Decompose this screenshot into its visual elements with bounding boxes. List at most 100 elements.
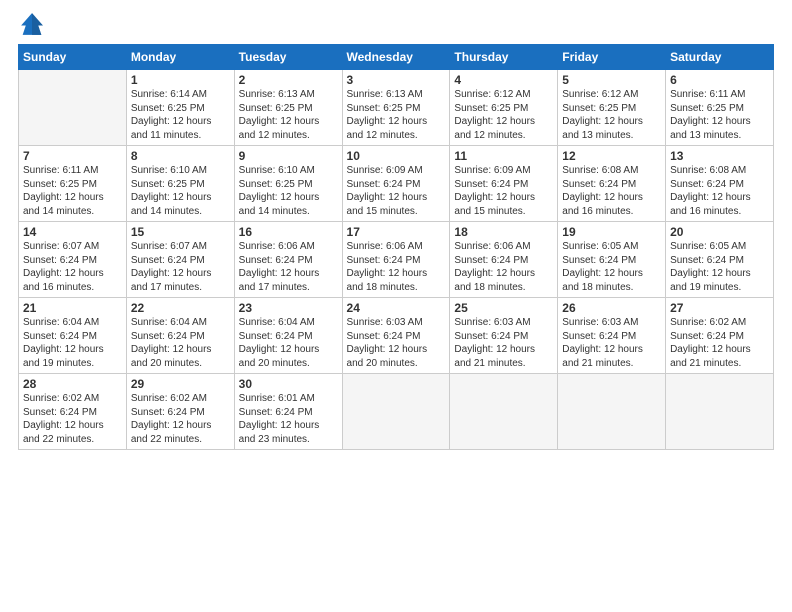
day-info: Sunrise: 6:12 AMSunset: 6:25 PMDaylight:… [454,88,553,142]
day-info: Sunrise: 6:03 AMSunset: 6:24 PMDaylight:… [454,316,553,370]
day-info: Sunrise: 6:07 AMSunset: 6:24 PMDaylight:… [23,240,122,294]
calendar-header-thursday: Thursday [450,45,558,70]
day-number: 12 [562,149,661,163]
calendar-cell: 20Sunrise: 6:05 AMSunset: 6:24 PMDayligh… [666,222,774,298]
calendar-week-row: 28Sunrise: 6:02 AMSunset: 6:24 PMDayligh… [19,374,774,450]
calendar-week-row: 1Sunrise: 6:14 AMSunset: 6:25 PMDaylight… [19,70,774,146]
calendar-header-friday: Friday [558,45,666,70]
day-number: 3 [347,73,446,87]
calendar-cell: 26Sunrise: 6:03 AMSunset: 6:24 PMDayligh… [558,298,666,374]
day-number: 21 [23,301,122,315]
calendar-header-row: SundayMondayTuesdayWednesdayThursdayFrid… [19,45,774,70]
day-info: Sunrise: 6:10 AMSunset: 6:25 PMDaylight:… [239,164,338,218]
calendar-cell: 12Sunrise: 6:08 AMSunset: 6:24 PMDayligh… [558,146,666,222]
calendar-cell: 24Sunrise: 6:03 AMSunset: 6:24 PMDayligh… [342,298,450,374]
day-info: Sunrise: 6:01 AMSunset: 6:24 PMDaylight:… [239,392,338,446]
calendar-cell [450,374,558,450]
day-info: Sunrise: 6:08 AMSunset: 6:24 PMDaylight:… [562,164,661,218]
calendar-header-sunday: Sunday [19,45,127,70]
day-number: 25 [454,301,553,315]
calendar-cell [19,70,127,146]
day-number: 20 [670,225,769,239]
calendar-header-saturday: Saturday [666,45,774,70]
header [18,10,774,38]
day-info: Sunrise: 6:04 AMSunset: 6:24 PMDaylight:… [23,316,122,370]
day-number: 14 [23,225,122,239]
day-info: Sunrise: 6:06 AMSunset: 6:24 PMDaylight:… [454,240,553,294]
day-info: Sunrise: 6:10 AMSunset: 6:25 PMDaylight:… [131,164,230,218]
day-number: 6 [670,73,769,87]
day-number: 23 [239,301,338,315]
day-number: 2 [239,73,338,87]
day-info: Sunrise: 6:13 AMSunset: 6:25 PMDaylight:… [347,88,446,142]
calendar-week-row: 21Sunrise: 6:04 AMSunset: 6:24 PMDayligh… [19,298,774,374]
day-info: Sunrise: 6:12 AMSunset: 6:25 PMDaylight:… [562,88,661,142]
day-number: 15 [131,225,230,239]
day-info: Sunrise: 6:06 AMSunset: 6:24 PMDaylight:… [239,240,338,294]
calendar-week-row: 7Sunrise: 6:11 AMSunset: 6:25 PMDaylight… [19,146,774,222]
day-number: 13 [670,149,769,163]
day-number: 19 [562,225,661,239]
day-info: Sunrise: 6:03 AMSunset: 6:24 PMDaylight:… [347,316,446,370]
calendar-header-wednesday: Wednesday [342,45,450,70]
day-info: Sunrise: 6:13 AMSunset: 6:25 PMDaylight:… [239,88,338,142]
day-number: 27 [670,301,769,315]
day-number: 4 [454,73,553,87]
day-number: 30 [239,377,338,391]
day-info: Sunrise: 6:05 AMSunset: 6:24 PMDaylight:… [670,240,769,294]
calendar-cell: 9Sunrise: 6:10 AMSunset: 6:25 PMDaylight… [234,146,342,222]
day-number: 5 [562,73,661,87]
day-info: Sunrise: 6:02 AMSunset: 6:24 PMDaylight:… [131,392,230,446]
calendar-cell: 22Sunrise: 6:04 AMSunset: 6:24 PMDayligh… [126,298,234,374]
day-info: Sunrise: 6:05 AMSunset: 6:24 PMDaylight:… [562,240,661,294]
day-number: 1 [131,73,230,87]
calendar-cell: 3Sunrise: 6:13 AMSunset: 6:25 PMDaylight… [342,70,450,146]
calendar-cell: 28Sunrise: 6:02 AMSunset: 6:24 PMDayligh… [19,374,127,450]
calendar-cell: 17Sunrise: 6:06 AMSunset: 6:24 PMDayligh… [342,222,450,298]
calendar-cell: 29Sunrise: 6:02 AMSunset: 6:24 PMDayligh… [126,374,234,450]
day-number: 28 [23,377,122,391]
calendar-header-tuesday: Tuesday [234,45,342,70]
calendar-header-monday: Monday [126,45,234,70]
calendar-cell: 6Sunrise: 6:11 AMSunset: 6:25 PMDaylight… [666,70,774,146]
day-info: Sunrise: 6:09 AMSunset: 6:24 PMDaylight:… [347,164,446,218]
day-info: Sunrise: 6:11 AMSunset: 6:25 PMDaylight:… [670,88,769,142]
calendar-cell: 14Sunrise: 6:07 AMSunset: 6:24 PMDayligh… [19,222,127,298]
calendar-cell: 23Sunrise: 6:04 AMSunset: 6:24 PMDayligh… [234,298,342,374]
day-number: 9 [239,149,338,163]
day-info: Sunrise: 6:03 AMSunset: 6:24 PMDaylight:… [562,316,661,370]
calendar-cell: 18Sunrise: 6:06 AMSunset: 6:24 PMDayligh… [450,222,558,298]
day-info: Sunrise: 6:04 AMSunset: 6:24 PMDaylight:… [239,316,338,370]
logo [18,10,50,38]
day-info: Sunrise: 6:02 AMSunset: 6:24 PMDaylight:… [670,316,769,370]
page: SundayMondayTuesdayWednesdayThursdayFrid… [0,0,792,612]
calendar-cell: 30Sunrise: 6:01 AMSunset: 6:24 PMDayligh… [234,374,342,450]
day-info: Sunrise: 6:04 AMSunset: 6:24 PMDaylight:… [131,316,230,370]
calendar-cell: 2Sunrise: 6:13 AMSunset: 6:25 PMDaylight… [234,70,342,146]
calendar-week-row: 14Sunrise: 6:07 AMSunset: 6:24 PMDayligh… [19,222,774,298]
day-number: 29 [131,377,230,391]
day-number: 24 [347,301,446,315]
calendar-cell [342,374,450,450]
calendar-cell: 13Sunrise: 6:08 AMSunset: 6:24 PMDayligh… [666,146,774,222]
calendar-cell: 11Sunrise: 6:09 AMSunset: 6:24 PMDayligh… [450,146,558,222]
calendar-cell: 16Sunrise: 6:06 AMSunset: 6:24 PMDayligh… [234,222,342,298]
calendar-cell: 8Sunrise: 6:10 AMSunset: 6:25 PMDaylight… [126,146,234,222]
day-number: 10 [347,149,446,163]
day-info: Sunrise: 6:11 AMSunset: 6:25 PMDaylight:… [23,164,122,218]
day-info: Sunrise: 6:08 AMSunset: 6:24 PMDaylight:… [670,164,769,218]
calendar-cell: 25Sunrise: 6:03 AMSunset: 6:24 PMDayligh… [450,298,558,374]
calendar-cell [558,374,666,450]
day-info: Sunrise: 6:07 AMSunset: 6:24 PMDaylight:… [131,240,230,294]
calendar-cell [666,374,774,450]
day-number: 7 [23,149,122,163]
day-number: 22 [131,301,230,315]
day-info: Sunrise: 6:14 AMSunset: 6:25 PMDaylight:… [131,88,230,142]
day-number: 16 [239,225,338,239]
calendar-cell: 1Sunrise: 6:14 AMSunset: 6:25 PMDaylight… [126,70,234,146]
day-info: Sunrise: 6:02 AMSunset: 6:24 PMDaylight:… [23,392,122,446]
day-number: 26 [562,301,661,315]
calendar-cell: 10Sunrise: 6:09 AMSunset: 6:24 PMDayligh… [342,146,450,222]
day-number: 11 [454,149,553,163]
day-info: Sunrise: 6:09 AMSunset: 6:24 PMDaylight:… [454,164,553,218]
